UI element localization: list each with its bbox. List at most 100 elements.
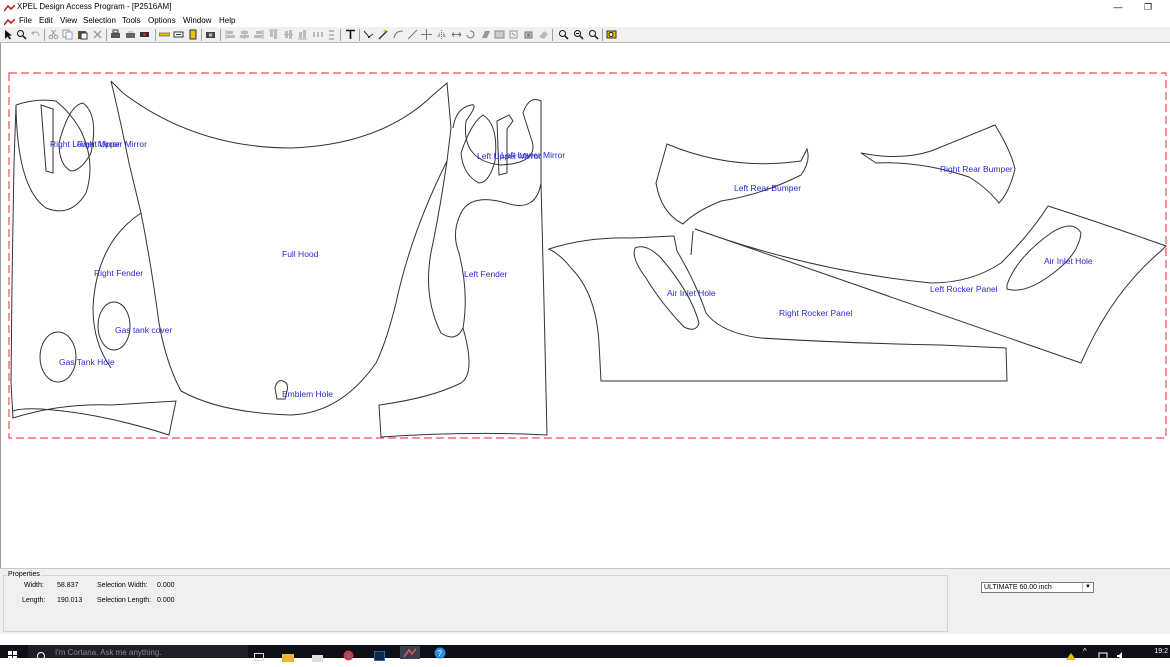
selection-length-label: Selection Length: bbox=[97, 597, 152, 604]
menu-bar: File Edit View Selection Tools Options W… bbox=[0, 14, 1170, 27]
layer-icon[interactable] bbox=[523, 29, 534, 40]
eraser-icon[interactable] bbox=[538, 29, 549, 40]
mirror-icon[interactable] bbox=[436, 29, 447, 40]
menu-window[interactable]: Window bbox=[183, 14, 211, 27]
menu-edit[interactable]: Edit bbox=[39, 14, 53, 27]
menu-selection[interactable]: Selection bbox=[83, 14, 116, 27]
copy-icon[interactable] bbox=[62, 29, 73, 40]
chrome-icon[interactable] bbox=[343, 648, 354, 661]
volume-icon[interactable] bbox=[1116, 648, 1126, 661]
taskbar-clock[interactable]: 19:2 bbox=[1154, 645, 1168, 658]
full-hood-shape[interactable] bbox=[110, 80, 452, 416]
label-emblem-hole: Emblem Hole bbox=[282, 389, 333, 399]
door-icon[interactable] bbox=[188, 29, 199, 40]
label-air-inlet-hole-right: Air Inlet Hole bbox=[1044, 256, 1093, 266]
title-bar: XPEL Design Access Program - [P2516AM] —… bbox=[0, 0, 1170, 14]
toolbar bbox=[0, 27, 1170, 43]
paste-icon[interactable] bbox=[77, 29, 88, 40]
selection-width-label: Selection Width: bbox=[97, 582, 148, 589]
task-view-icon[interactable] bbox=[254, 649, 265, 662]
selection-width-value: 0.000 bbox=[157, 582, 175, 589]
right-mirror-shape[interactable] bbox=[40, 102, 95, 174]
minimize-button[interactable]: — bbox=[1106, 0, 1130, 14]
left-mirror-shape[interactable] bbox=[460, 114, 514, 184]
undo-icon[interactable] bbox=[30, 29, 41, 40]
menu-tools[interactable]: Tools bbox=[122, 14, 141, 27]
menu-file[interactable]: File bbox=[19, 14, 32, 27]
weld-icon[interactable] bbox=[508, 29, 519, 40]
line-icon[interactable] bbox=[407, 29, 418, 40]
width-label: Width: bbox=[24, 582, 44, 589]
text-tool-icon[interactable] bbox=[345, 29, 356, 40]
file-explorer-icon[interactable] bbox=[282, 649, 294, 662]
print-icon[interactable] bbox=[110, 29, 121, 40]
zoom-lens-icon[interactable] bbox=[16, 29, 27, 40]
label-left-lower-mirror: Left Lower Mirror bbox=[501, 150, 565, 160]
cortana-placeholder: I'm Cortana. Ask me anything. bbox=[55, 648, 162, 657]
photoshop-icon[interactable] bbox=[373, 648, 386, 662]
align-right-icon[interactable] bbox=[253, 29, 264, 40]
drawing-canvas[interactable]: Right Lower Mirror Right Upper Mirror Le… bbox=[0, 43, 1170, 568]
help-circle-icon[interactable]: ? bbox=[434, 646, 446, 659]
stretch-icon[interactable] bbox=[451, 29, 462, 40]
label-right-fender: Right Fender bbox=[94, 268, 143, 278]
properties-panel: Properties Width: 58.837 Length: 190.013… bbox=[0, 568, 1170, 634]
label-left-rocker-panel: Left Rocker Panel bbox=[930, 284, 998, 294]
search-icon bbox=[36, 649, 47, 662]
zoom-fit-icon[interactable] bbox=[588, 29, 599, 40]
label-gas-tank-cover: Gas tank cover bbox=[115, 325, 172, 335]
zoom-out-icon[interactable] bbox=[573, 29, 584, 40]
chevron-down-icon[interactable]: ▼ bbox=[1082, 583, 1093, 592]
ungroup-icon[interactable] bbox=[494, 29, 505, 40]
align-bottom-icon[interactable] bbox=[297, 29, 308, 40]
align-top-icon[interactable] bbox=[268, 29, 279, 40]
chevron-up-icon[interactable]: ^ bbox=[1083, 647, 1087, 660]
window-title: XPEL Design Access Program - [P2516AM] bbox=[17, 2, 172, 11]
left-rocker-panel-shape[interactable] bbox=[690, 205, 1167, 364]
xpel-taskbar-icon[interactable] bbox=[400, 646, 420, 659]
group-icon[interactable] bbox=[480, 29, 491, 40]
menu-view[interactable]: View bbox=[60, 14, 77, 27]
length-label: Length: bbox=[22, 597, 46, 604]
align-left-icon[interactable] bbox=[225, 29, 236, 40]
network-icon[interactable] bbox=[1098, 648, 1108, 661]
film-type-select[interactable]: ULTIMATE 60.00 inch ▼ bbox=[981, 582, 1094, 593]
delete-icon[interactable] bbox=[92, 29, 103, 40]
label-left-fender: Left Fender bbox=[464, 269, 508, 279]
align-center-icon[interactable] bbox=[239, 29, 250, 40]
zoom-in-icon[interactable] bbox=[558, 29, 569, 40]
distribute-vertical-icon[interactable] bbox=[326, 29, 337, 40]
label-right-upper-mirror: Right Upper Mirror bbox=[77, 139, 147, 149]
label-full-hood: Full Hood bbox=[282, 249, 319, 259]
menu-help[interactable]: Help bbox=[219, 14, 235, 27]
menu-options[interactable]: Options bbox=[148, 14, 176, 27]
film-roll-icon[interactable] bbox=[173, 29, 184, 40]
print-preview-icon[interactable] bbox=[125, 29, 136, 40]
plotter-icon[interactable] bbox=[139, 29, 150, 40]
zoom-all-icon[interactable] bbox=[606, 29, 617, 40]
label-right-rocker-panel: Right Rocker Panel bbox=[779, 308, 852, 318]
store-icon[interactable] bbox=[312, 649, 323, 662]
windows-start-icon[interactable] bbox=[8, 648, 18, 661]
selection-length-value: 0.000 bbox=[157, 597, 175, 604]
width-value: 58.837 bbox=[57, 582, 79, 589]
film-type-value: ULTIMATE 60.00 inch bbox=[984, 584, 1052, 591]
select-arrow-icon[interactable] bbox=[3, 29, 14, 40]
rotate-icon[interactable] bbox=[465, 29, 476, 40]
restore-button[interactable]: ❐ bbox=[1136, 0, 1160, 14]
curve-icon[interactable] bbox=[393, 29, 404, 40]
cortana-search-box[interactable]: I'm Cortana. Ask me anything. bbox=[28, 645, 248, 658]
windows-taskbar: I'm Cortana. Ask me anything. ? ^ 19:2 bbox=[0, 645, 1170, 662]
knife-icon[interactable] bbox=[378, 29, 389, 40]
label-air-inlet-hole-left: Air Inlet Hole bbox=[667, 288, 716, 298]
distribute-horizontal-icon[interactable] bbox=[312, 29, 323, 40]
svg-text:?: ? bbox=[438, 649, 443, 658]
align-middle-icon[interactable] bbox=[283, 29, 294, 40]
measure-icon[interactable] bbox=[159, 29, 170, 40]
people-icon[interactable] bbox=[1066, 648, 1076, 661]
node-edit-icon[interactable] bbox=[363, 29, 374, 40]
camera-icon[interactable] bbox=[205, 29, 216, 40]
cut-icon[interactable] bbox=[48, 29, 59, 40]
label-left-rear-bumper: Left Rear Bumper bbox=[734, 183, 801, 193]
move-icon[interactable] bbox=[421, 29, 432, 40]
